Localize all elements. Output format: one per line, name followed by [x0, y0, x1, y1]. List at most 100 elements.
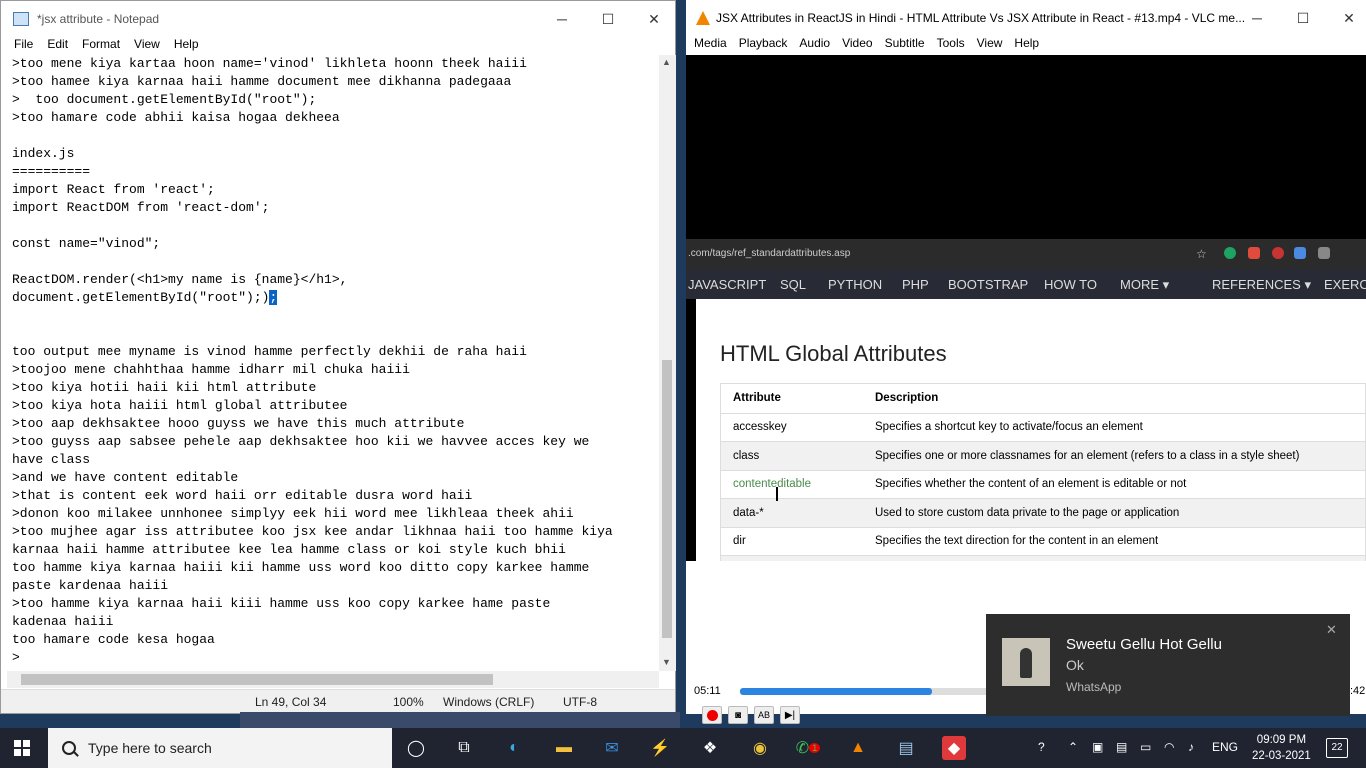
loop-ab-button[interactable]: AB [754, 706, 774, 724]
vertical-scrollbar[interactable]: ▲ ▼ [659, 55, 676, 671]
wifi-icon[interactable]: ◠ [1164, 740, 1174, 754]
menu-media[interactable]: Media [688, 36, 733, 54]
scroll-down-icon[interactable]: ▼ [662, 657, 671, 667]
time: 09:09 PM [1256, 734, 1307, 746]
text-line: >too kiya hota haiii html global attribu… [12, 398, 348, 413]
menu-tools[interactable]: Tools [931, 36, 971, 54]
star-icon: ☆ [1196, 247, 1207, 261]
tray-icon[interactable]: ▣ [1092, 740, 1103, 754]
horizontal-scrollbar[interactable] [7, 671, 659, 688]
menu-file[interactable]: File [7, 37, 40, 55]
app-icon[interactable]: ⚡ [648, 736, 672, 760]
app-name: WhatsApp [1066, 680, 1122, 694]
scroll-up-icon[interactable]: ▲ [662, 57, 671, 67]
text-selection: ; [269, 290, 278, 305]
description-cell: Specifies one or more classnames for an … [875, 449, 1300, 462]
windows-start-icon[interactable] [14, 740, 30, 756]
notification-center-icon[interactable]: 22 [1326, 738, 1348, 758]
chrome-icon[interactable]: ◉ [748, 736, 772, 760]
nav-references: REFERENCES ▾ [1212, 277, 1311, 292]
notepad-text-area[interactable]: >too mene kiya kartaa hoon name='vinod' … [7, 55, 659, 671]
close-icon[interactable]: ✕ [1326, 0, 1366, 36]
text-line: >too hamare code abhii kaisa hogaa dekhe… [12, 110, 340, 125]
text-line [12, 253, 659, 271]
description-cell: Description [875, 392, 939, 405]
close-icon[interactable]: ✕ [631, 1, 677, 37]
chevron-up-icon[interactable]: ⌃ [1068, 740, 1078, 754]
search-box[interactable]: Type here to search [48, 728, 392, 768]
w3-nav-bar: JAVASCRIPT SQL PYTHON PHP BOOTSTRAP HOW … [686, 269, 1366, 299]
extension-icon [1224, 247, 1236, 259]
menu-view[interactable]: View [127, 37, 167, 55]
w3-page: HTML Global Attributes Attribute Descript… [696, 299, 1366, 561]
menu-subtitle[interactable]: Subtitle [879, 36, 931, 54]
minimize-icon[interactable]: ─ [539, 1, 585, 37]
nav-howto: HOW TO [1044, 277, 1097, 292]
notepad-icon [13, 12, 29, 26]
mouse-cursor-icon [776, 487, 786, 501]
hscroll-thumb[interactable] [21, 674, 493, 685]
table-row: contenteditable Specifies whether the con… [721, 469, 1365, 499]
search-icon [62, 741, 76, 755]
notepad-icon[interactable]: ▤ [894, 736, 918, 760]
snapshot-button[interactable]: ◙ [728, 706, 748, 724]
menu-audio[interactable]: Audio [793, 36, 836, 54]
close-icon[interactable]: ✕ [1326, 622, 1337, 638]
attribute-cell: accesskey [733, 421, 787, 434]
text-line: > too document.getElementById("root"); [12, 92, 317, 107]
volume-icon[interactable]: ♪ [1188, 740, 1194, 754]
menu-format[interactable]: Format [75, 37, 127, 55]
mail-icon[interactable]: ✉ [600, 736, 624, 760]
frame-step-button[interactable]: ▶| [780, 706, 800, 724]
record-button[interactable] [702, 706, 722, 724]
menu-view[interactable]: View [971, 36, 1009, 54]
attribute-cell: dir [733, 535, 746, 548]
menu-help[interactable]: Help [1008, 36, 1045, 54]
battery-icon[interactable]: ▭ [1140, 740, 1151, 754]
text-line: have class [12, 452, 91, 467]
nav-bootstrap: BOOTSTRAP [948, 277, 1029, 292]
whatsapp-notification[interactable]: Sweetu Gellu Hot Gellu Ok WhatsApp ✕ [986, 614, 1350, 716]
menu-edit[interactable]: Edit [40, 37, 75, 55]
table-header: Attribute Description [721, 384, 1365, 413]
text-line: karnaa haii hamme attributee kee lea ham… [12, 542, 566, 557]
maximize-icon[interactable]: ☐ [585, 1, 631, 37]
extension-icon [1272, 247, 1284, 259]
attribute-cell[interactable]: contenteditable [721, 478, 875, 490]
text-line: > [12, 650, 20, 665]
minimize-icon[interactable]: ─ [1234, 0, 1280, 36]
menu-video[interactable]: Video [836, 36, 878, 54]
video-frame[interactable]: .com/tags/ref_standardattributes.asp ☆ J… [686, 55, 1366, 561]
dropbox-icon[interactable]: ❖ [698, 736, 722, 760]
message-text: Ok [1066, 657, 1084, 673]
clock[interactable]: 09:09 PM 22-03-2021 [1252, 732, 1311, 764]
file-explorer-icon[interactable]: ▬ [552, 736, 576, 760]
notepad-menubar: File Edit Format View Help [1, 37, 675, 55]
anydesk-icon[interactable]: ◆ [942, 736, 966, 760]
table-row: data-* Used to store custom data private … [721, 498, 1365, 527]
description-cell: Used to store custom data private to the… [875, 506, 1180, 519]
description-cell: Specifies a shortcut key to activate/foc… [875, 421, 1143, 434]
description-cell: Specifies whether the content of an elem… [875, 478, 1187, 491]
line-ending: Windows (CRLF) [443, 695, 535, 709]
scroll-thumb[interactable] [662, 360, 672, 638]
text-line: >too hamee kiya karnaa haii hamme docume… [12, 74, 512, 89]
menu-help[interactable]: Help [167, 37, 206, 55]
edge-icon[interactable]: ◐ [502, 736, 526, 760]
text-line: document.getElementById("root");) [12, 290, 270, 305]
url-text: .com/tags/ref_standardattributes.asp [688, 248, 851, 259]
whatsapp-icon[interactable]: ✆ 1 [796, 736, 821, 760]
nav-more: MORE ▾ [1120, 277, 1170, 292]
task-view-icon[interactable]: ⧉ [452, 736, 476, 760]
maximize-icon[interactable]: ☐ [1280, 0, 1326, 36]
text-line: import ReactDOM from 'react-dom'; [12, 200, 270, 215]
tray-icon[interactable]: ▤ [1116, 740, 1127, 754]
attribute-cell: data-* [733, 506, 764, 519]
nav-python: PYTHON [828, 277, 883, 292]
cortana-icon[interactable]: ◯ [404, 736, 428, 760]
help-icon[interactable]: ? [1038, 740, 1045, 754]
menu-playback[interactable]: Playback [733, 36, 794, 54]
extension-icon [1318, 247, 1330, 259]
vlc-icon[interactable]: ▲ [846, 736, 870, 760]
language-indicator[interactable]: ENG [1212, 740, 1238, 754]
